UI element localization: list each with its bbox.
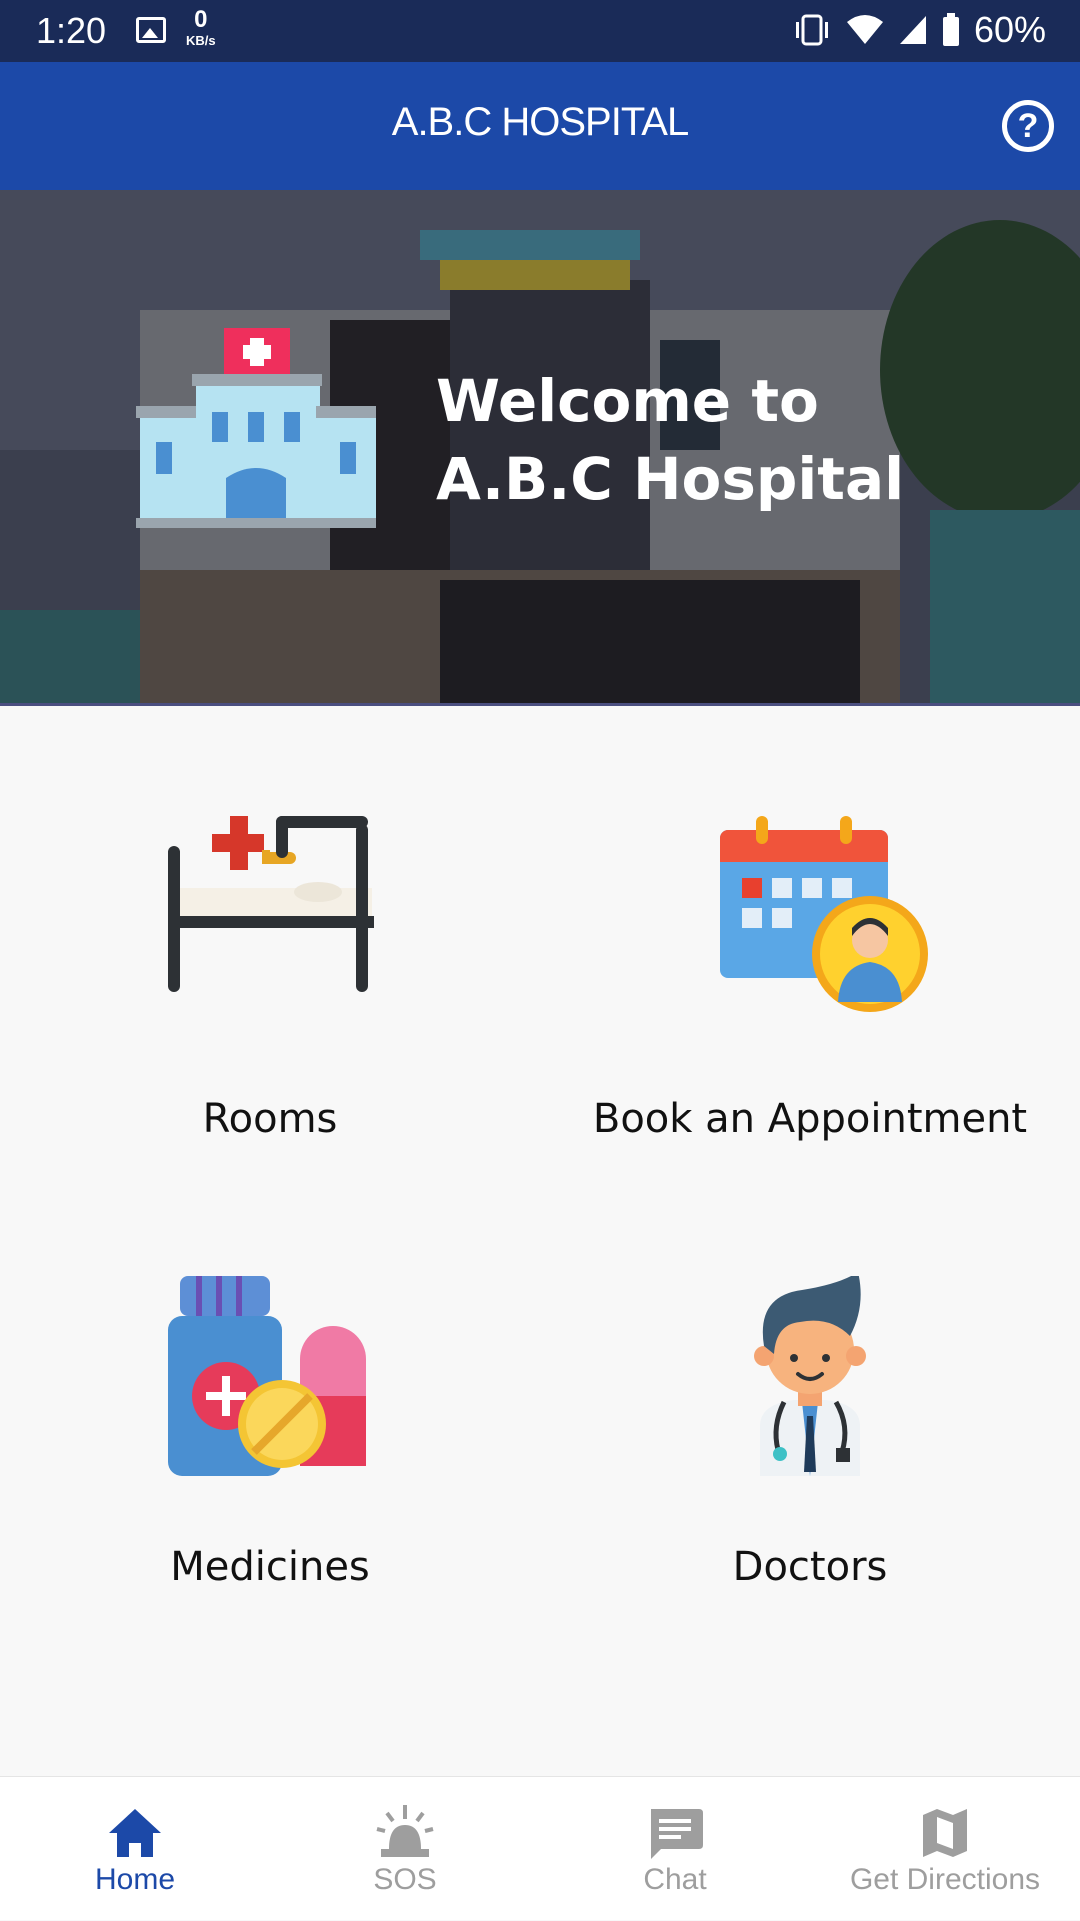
tile-label-medicines: Medicines xyxy=(170,1544,370,1590)
battery-icon xyxy=(942,13,959,46)
tile-book-appointment[interactable]: Book an Appointment xyxy=(540,816,1080,1236)
vibrate-icon xyxy=(795,14,828,46)
tile-label-doctors: Doctors xyxy=(732,1544,888,1590)
welcome-text: Welcome to A.B.C Hospital xyxy=(436,362,904,518)
nav-label-sos: SOS xyxy=(373,1863,437,1896)
feature-grid: Rooms Book an Appointment Medicines Doct… xyxy=(0,706,1080,1776)
calendar-doctor-icon xyxy=(720,816,928,1012)
welcome-line-1: Welcome to xyxy=(436,367,819,435)
tile-medicines[interactable]: Medicines xyxy=(0,1276,540,1696)
nav-label-chat: Chat xyxy=(643,1863,707,1896)
network-speed-unit: KB/s xyxy=(186,33,216,48)
siren-icon xyxy=(376,1805,434,1857)
nav-chat[interactable]: Chat xyxy=(540,1777,810,1921)
network-speed-value: 0 xyxy=(194,6,208,33)
status-bar: 1:20 0 KB/s 60% xyxy=(0,0,1080,62)
status-icons: 60% xyxy=(792,9,1046,50)
nav-sos[interactable]: SOS xyxy=(270,1777,540,1921)
home-icon xyxy=(109,1809,161,1857)
app-bar: A.B.C HOSPITAL ? xyxy=(0,62,1080,190)
nav-home[interactable]: Home xyxy=(0,1777,270,1921)
nav-label-home: Home xyxy=(94,1863,176,1896)
medicine-bottle-pills-icon xyxy=(168,1276,366,1476)
welcome-line-2: A.B.C Hospital xyxy=(436,445,905,513)
status-time: 1:20 xyxy=(36,10,107,51)
tile-label-rooms: Rooms xyxy=(202,1096,338,1142)
tile-rooms[interactable]: Rooms xyxy=(0,816,540,1236)
chat-icon xyxy=(651,1809,703,1859)
cell-signal-icon xyxy=(899,16,926,44)
image-notification-icon xyxy=(136,17,166,43)
help-circle-icon[interactable]: ? xyxy=(1002,100,1054,152)
network-speed: 0 KB/s xyxy=(186,6,216,48)
hospital-bed-icon xyxy=(168,816,374,992)
app-title: A.B.C HOSPITAL xyxy=(391,100,689,144)
map-icon xyxy=(923,1809,967,1857)
battery-percentage: 60% xyxy=(973,9,1046,50)
tile-label-book-appointment: Book an Appointment xyxy=(592,1096,1028,1142)
bottom-navigation: Home SOS Chat Get Directions xyxy=(0,1776,1080,1920)
wifi-icon xyxy=(846,15,883,44)
tile-doctors[interactable]: Doctors xyxy=(540,1276,1080,1696)
nav-get-directions[interactable]: Get Directions xyxy=(810,1777,1080,1921)
doctor-icon xyxy=(754,1276,866,1476)
nav-label-get-directions: Get Directions xyxy=(849,1863,1041,1896)
hospital-building-icon xyxy=(136,328,376,528)
hero-banner: Welcome to A.B.C Hospital xyxy=(0,190,1080,706)
